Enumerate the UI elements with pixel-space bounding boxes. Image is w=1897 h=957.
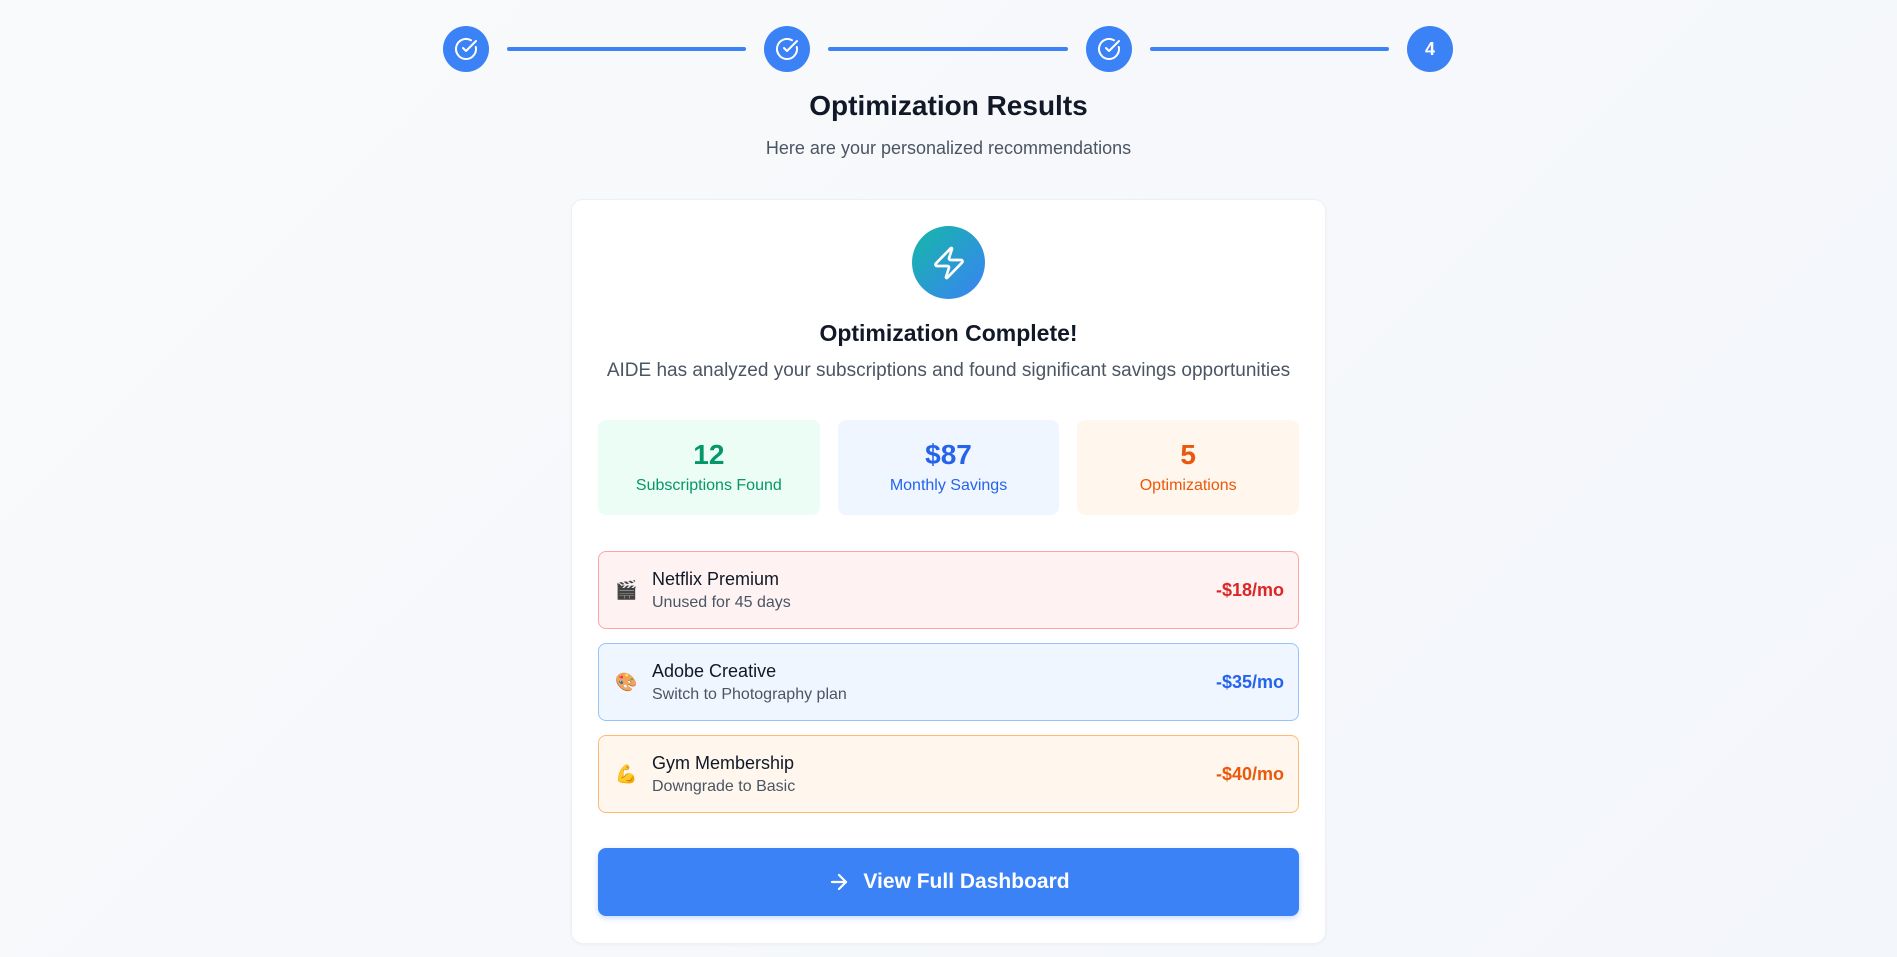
stat-value: 12 [693,439,725,471]
step-connector [828,47,1068,51]
optimization-detail: Switch to Photography plan [652,685,847,703]
stat-value: 5 [1180,439,1196,471]
optimization-name: Gym Membership [652,752,795,773]
step-number: 4 [1424,38,1435,59]
page-subtitle: Here are your personalized recommendatio… [765,138,1132,158]
stat-subscriptions-found: 12 Subscriptions Found [598,420,820,515]
optimization-detail: Unused for 45 days [652,593,791,611]
check-circle-icon [1097,37,1120,60]
lightning-bolt-icon [912,226,985,299]
view-full-dashboard-button[interactable]: View Full Dashboard [598,848,1299,916]
stat-label: Optimizations [1139,476,1237,494]
progress-stepper: 4 [443,26,1453,72]
stat-label: Subscriptions Found [635,476,782,494]
optimization-saving: -$18/mo [1215,579,1284,600]
optimization-list: 🎬 Netflix Premium Unused for 45 days -$1… [598,551,1299,813]
cta-label: View Full Dashboard [863,870,1070,893]
step-3-complete [1085,26,1132,72]
step-1-complete [443,26,489,72]
stats-row: 12 Subscriptions Found $87 Monthly Savin… [598,420,1300,515]
optimization-item-adobe[interactable]: 🎨 Adobe Creative Switch to Photography p… [598,643,1299,721]
check-circle-icon [455,37,477,60]
optimization-text: Gym Membership Downgrade to Basic [652,753,1216,796]
stat-optimizations: 5 Optimizations [1077,420,1300,515]
step-4-current: 4 [1406,26,1453,72]
optimization-item-netflix[interactable]: 🎬 Netflix Premium Unused for 45 days -$1… [598,551,1299,629]
optimization-name: Adobe Creative [652,660,777,681]
palette-icon: 🎨 [615,671,638,692]
optimization-saving: -$35/mo [1215,671,1284,692]
results-card: Optimization Complete! AIDE has analyzed… [571,199,1326,944]
stat-value: $87 [925,439,972,471]
card-description: AIDE has analyzed your subscriptions and… [606,360,1291,381]
step-connector [507,47,747,51]
arrow-right-icon [831,873,848,891]
optimization-item-gym[interactable]: 💪 Gym Membership Downgrade to Basic -$40… [598,735,1299,813]
step-2-complete [764,26,811,72]
stat-label: Monthly Savings [889,476,1008,494]
optimization-text: Netflix Premium Unused for 45 days [652,569,1216,612]
step-connector [1149,47,1389,51]
optimization-saving: -$40/mo [1215,763,1284,784]
stat-monthly-savings: $87 Monthly Savings [837,420,1060,515]
optimization-name: Netflix Premium [652,568,780,589]
clapperboard-icon: 🎬 [615,579,638,600]
flexed-biceps-icon: 💪 [615,763,638,784]
card-title: Optimization Complete! [819,320,1078,346]
page-title: Optimization Results [809,90,1088,121]
optimization-text: Adobe Creative Switch to Photography pla… [652,661,1216,704]
optimization-detail: Downgrade to Basic [652,777,796,795]
check-circle-icon [776,37,799,60]
